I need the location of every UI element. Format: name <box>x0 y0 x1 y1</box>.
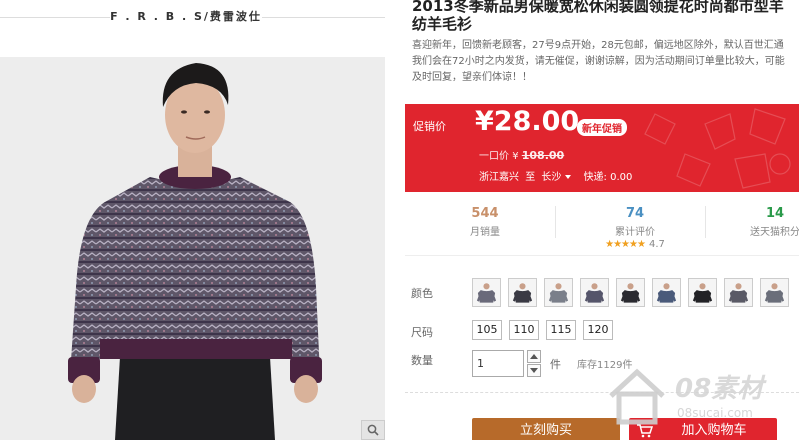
reviews-label: 累计评价 <box>615 227 655 238</box>
monthly-sales-value: 544 <box>471 206 499 221</box>
color-option[interactable] <box>616 278 645 307</box>
add-to-cart-button[interactable]: 加入购物车 <box>629 418 777 440</box>
points-value: 14 <box>765 206 785 221</box>
points-stat: 14 送天猫积分 <box>735 206 799 238</box>
color-option[interactable] <box>472 278 501 307</box>
color-swatches <box>472 278 789 307</box>
stock-count: 库存1129件 <box>577 360 633 371</box>
color-option[interactable] <box>508 278 537 307</box>
promo-notice: 喜迎新年，回馈新老顾客，27号9点开始，28元包邮，偏远地区除外，默认百世汇通 … <box>412 38 799 86</box>
quantity-increase-button[interactable] <box>527 350 541 363</box>
notice-line: 喜迎新年，回馈新老顾客，27号9点开始，28元包邮，偏远地区除外，默认百世汇通 <box>412 40 784 51</box>
monthly-sales-stat: 544 月销量 <box>460 206 510 238</box>
sweater-thumbnail-icon <box>512 282 533 303</box>
rating-score: 4.7 <box>648 239 665 250</box>
size-option[interactable]: 105 <box>472 320 502 340</box>
notice-line: 及时回复，望亲们体谅！！ <box>412 72 532 83</box>
buy-now-button[interactable]: 立刻购买 <box>472 418 620 440</box>
quantity-input[interactable]: 1 <box>472 350 524 377</box>
stats-divider <box>705 206 706 238</box>
ship-to-select[interactable]: 长沙 <box>541 172 577 183</box>
brand-divider-left <box>0 17 110 18</box>
size-option[interactable]: 120 <box>583 320 613 340</box>
promo-badge: 新年促销 <box>577 119 627 136</box>
color-label: 颜色 <box>411 287 433 300</box>
sweater-thumbnail-icon <box>476 282 497 303</box>
dropdown-caret-icon <box>565 175 572 179</box>
product-title-line-1: 2013冬季新品男保暖宽松休闲装圆领提花时尚都市型羊 <box>412 0 784 15</box>
color-option[interactable] <box>760 278 789 307</box>
quantity-unit: 件 <box>550 358 561 371</box>
original-price-label: 一口价 <box>479 151 509 162</box>
promo-price-panel: 促销价 ¥28.00 新年促销 一口价 ¥ 108.00 浙江嘉兴 至 长沙 快… <box>405 104 799 192</box>
size-option[interactable]: 110 <box>509 320 539 340</box>
model-wearing-sweater-image <box>0 57 385 440</box>
chevron-up-icon <box>530 354 538 359</box>
ship-from: 浙江嘉兴 <box>479 172 519 183</box>
sweater-thumbnail-icon <box>584 282 605 303</box>
reviews-value: 74 <box>625 206 645 221</box>
cart-icon <box>637 424 653 438</box>
color-option[interactable] <box>688 278 717 307</box>
sweater-thumbnail-icon <box>728 282 749 303</box>
color-option[interactable] <box>652 278 681 307</box>
sweater-thumbnail-icon <box>548 282 569 303</box>
magnifier-icon <box>367 424 379 436</box>
original-price-currency: ¥ <box>512 151 519 162</box>
product-details: 2013冬季新品男保暖宽松休闲装圆领提花时尚都市型羊 纺羊毛衫 喜迎新年，回馈新… <box>405 0 799 440</box>
sweater-thumbnail-icon <box>692 282 713 303</box>
add-to-cart-label: 加入购物车 <box>681 423 747 438</box>
stats-bar: 544 月销量 74 累计评价 ★★★★★ 4.7 14 送天猫积分 <box>405 192 799 256</box>
original-price: 108.00 <box>521 149 565 162</box>
notice-line: 我们会在72小时之内发货，请无催促，谢谢谅解，因为活动期间订单量比较大，可能 <box>412 56 785 67</box>
promo-price: ¥28.00 <box>475 106 580 137</box>
promo-price-label: 促销价 <box>413 120 446 133</box>
original-price-row: 一口价 ¥ 108.00 <box>479 147 564 162</box>
sweater-thumbnail-icon <box>620 282 641 303</box>
color-option[interactable] <box>580 278 609 307</box>
brand-divider-right <box>262 17 385 18</box>
chevron-down-icon <box>530 368 538 373</box>
sweater-thumbnail-icon <box>764 282 785 303</box>
express-fee: 快递: 0.00 <box>583 172 633 183</box>
color-option[interactable] <box>544 278 573 307</box>
monthly-sales-label: 月销量 <box>470 227 500 238</box>
rating-stars: ★★★★★ 4.7 <box>580 239 690 250</box>
brand-name[interactable]: F . R . B . S/费雷波仕 <box>110 8 262 24</box>
brand-bar: F . R . B . S/费雷波仕 <box>0 0 385 38</box>
action-separator <box>405 392 799 393</box>
size-label: 尺码 <box>411 326 433 339</box>
reviews-stat[interactable]: 74 累计评价 ★★★★★ 4.7 <box>580 206 690 250</box>
product-title: 2013冬季新品男保暖宽松休闲装圆领提花时尚都市型羊 纺羊毛衫 <box>412 0 799 33</box>
ship-to-label: 至 <box>525 172 536 183</box>
quantity-label: 数量 <box>411 354 433 367</box>
sweater-thumbnail-icon <box>656 282 677 303</box>
zoom-button[interactable] <box>361 420 385 440</box>
product-title-line-2: 纺羊毛衫 <box>412 15 473 33</box>
quantity-decrease-button[interactable] <box>527 364 541 377</box>
product-photo[interactable] <box>0 57 385 440</box>
stats-divider <box>555 206 556 238</box>
size-option[interactable]: 115 <box>546 320 576 340</box>
star-rating-icons: ★★★★★ <box>605 239 646 250</box>
size-options: 105 110 115 120 <box>472 320 613 340</box>
points-label: 送天猫积分 <box>750 227 799 238</box>
shipping-row: 浙江嘉兴 至 长沙 快递: 0.00 <box>479 168 635 183</box>
product-gallery: F . R . B . S/费雷波仕 <box>0 0 385 440</box>
ship-to-value: 长沙 <box>541 172 562 183</box>
color-option[interactable] <box>724 278 753 307</box>
